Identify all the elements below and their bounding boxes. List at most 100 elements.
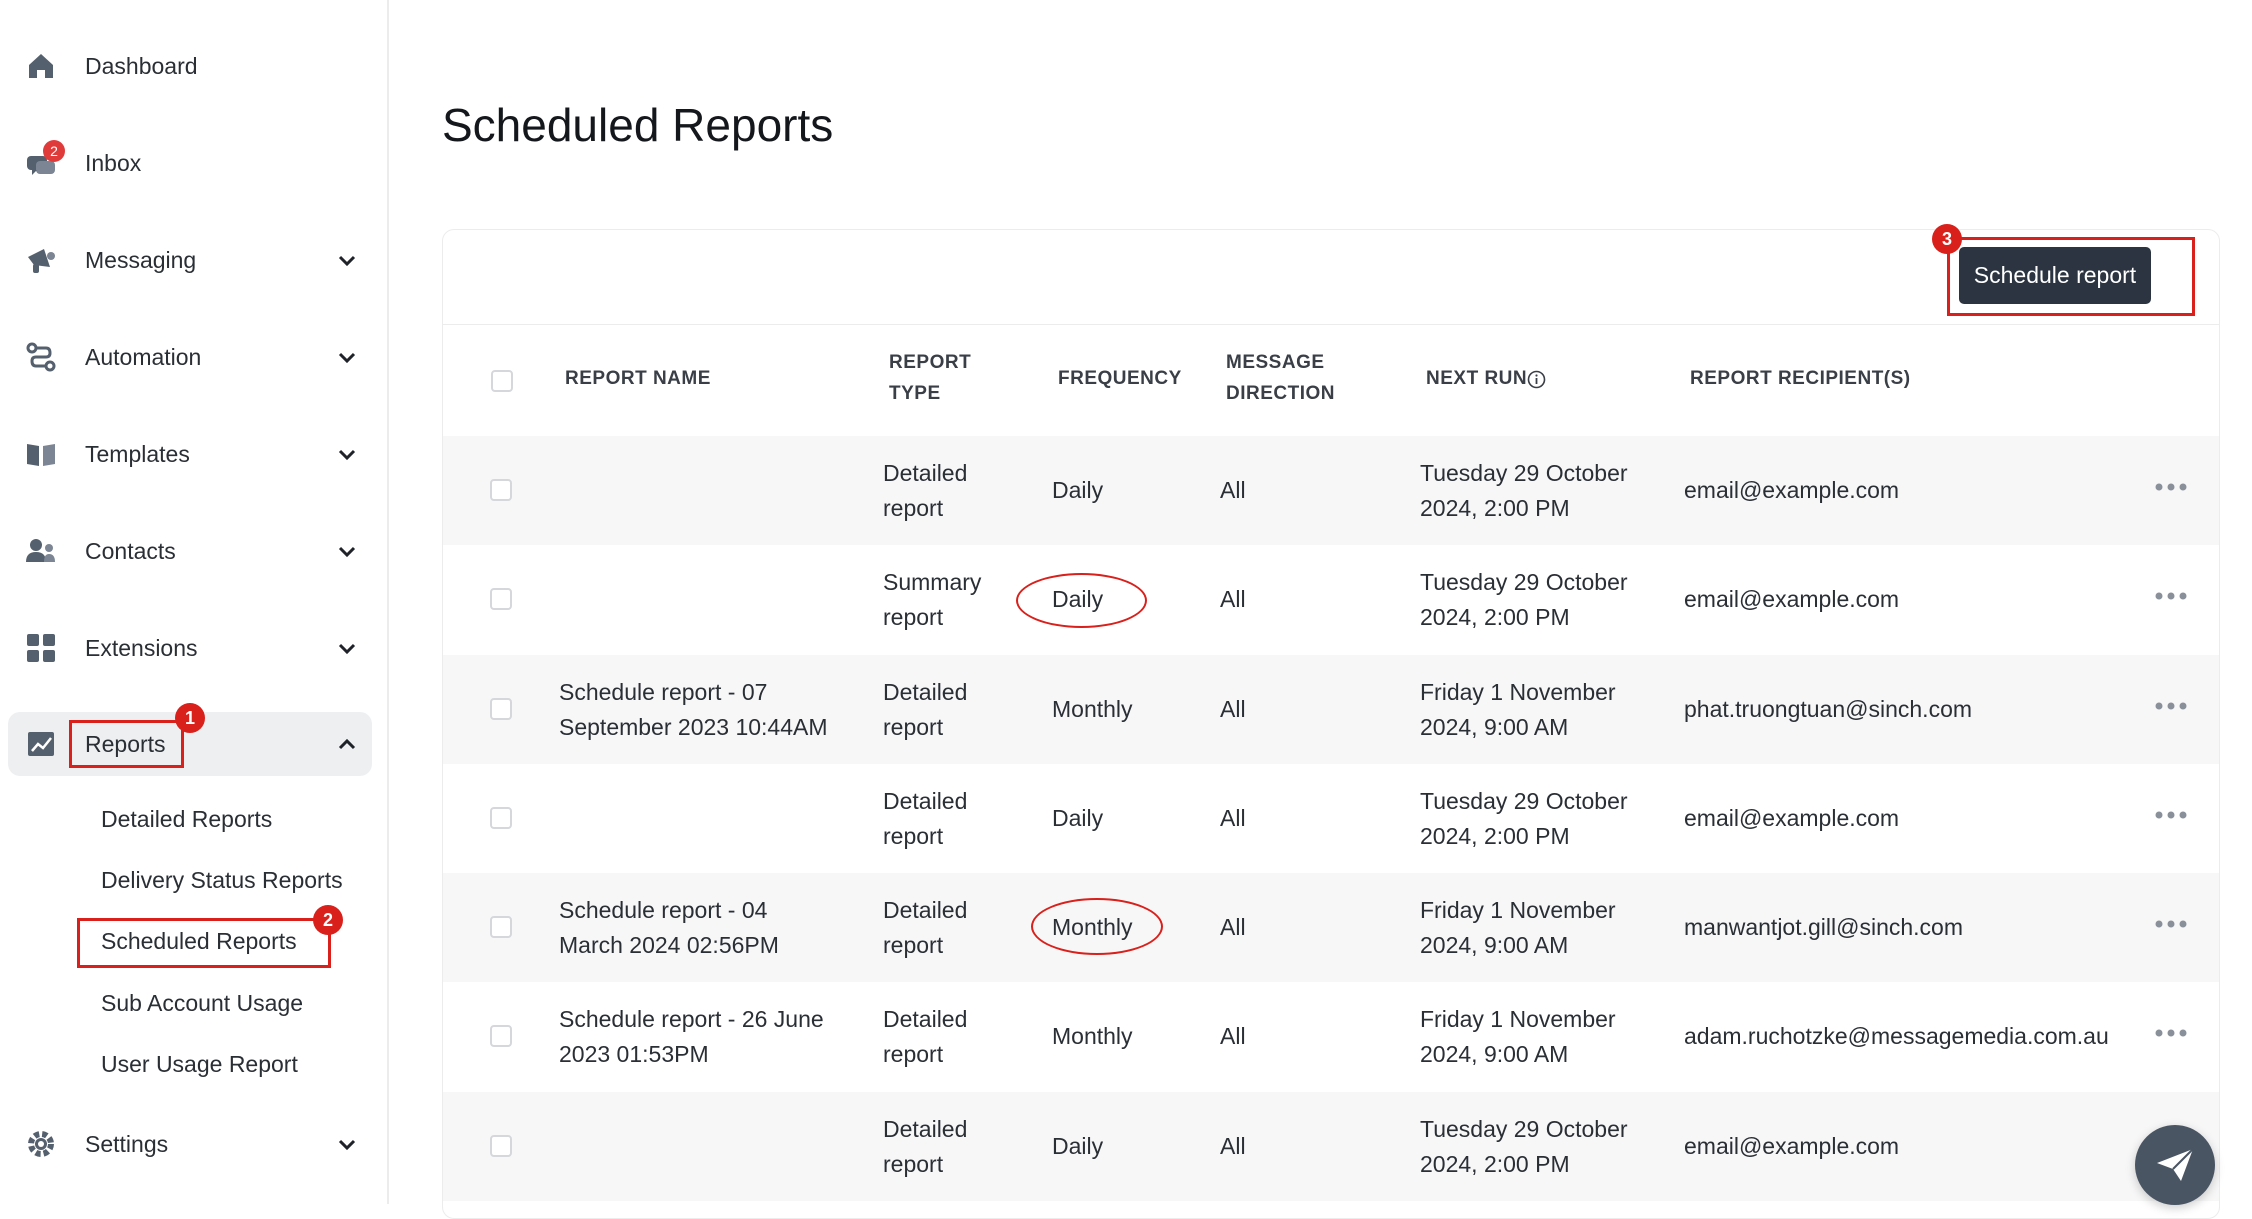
more-options-icon[interactable]	[2153, 589, 2189, 603]
frequency-value: Daily	[1052, 1133, 1104, 1159]
recipient-value: adam.ruchotzke@messagemedia.com.au	[1684, 1023, 2109, 1049]
annotation-step-1: 1	[175, 703, 205, 733]
row-checkbox[interactable]	[490, 588, 512, 610]
annotation-step-3: 3	[1932, 224, 1962, 254]
nav-inbox[interactable]: 2 Inbox	[8, 131, 372, 195]
report-name-line2: March 2024 02:56PM	[559, 932, 779, 958]
report-name-line2: 2023 01:53PM	[559, 1041, 709, 1067]
col-recipients[interactable]: REPORT RECIPIENT(S)	[1690, 364, 1911, 394]
more-options-icon[interactable]	[2153, 917, 2189, 931]
next-run-line2: 2024, 2:00 PM	[1420, 823, 1570, 849]
report-type-line1: Detailed	[883, 1006, 968, 1032]
next-run-line1: Friday 1 November	[1420, 897, 1616, 923]
sub-delivery-status-reports[interactable]: Delivery Status Reports	[101, 867, 343, 894]
frequency-value: Monthly	[1052, 696, 1133, 722]
recipient-value: email@example.com	[1684, 586, 1900, 612]
report-type-line1: Detailed	[883, 460, 968, 486]
report-name-line1: Schedule report - 04	[559, 897, 768, 923]
recipient-value: email@example.com	[1684, 477, 1900, 503]
nav-settings[interactable]: Settings	[8, 1112, 372, 1176]
row-checkbox[interactable]	[490, 1135, 512, 1157]
table-row[interactable]: Detailed report Daily All Tuesday 29 October…	[443, 764, 2219, 873]
chevron-down-icon[interactable]	[336, 637, 358, 659]
report-type-line2: report	[883, 1041, 944, 1067]
next-run-line1: Tuesday 29 October	[1420, 569, 1628, 595]
direction-value: All	[1220, 805, 1246, 831]
next-run-line2: 2024, 2:00 PM	[1420, 495, 1570, 521]
users-icon	[26, 539, 55, 562]
sidebar: Dashboard 2 Inbox Messaging Automation T…	[0, 0, 389, 1204]
annotation-circle-monthly	[1031, 898, 1163, 955]
frequency-value: Monthly	[1052, 1023, 1133, 1049]
send-icon	[2157, 1148, 2194, 1181]
table-row[interactable]: Schedule report - 04 March 2024 02:56PM De…	[443, 873, 2219, 982]
table-row[interactable]: Detailed report Daily All Tuesday 29 October…	[443, 436, 2219, 545]
chevron-down-icon[interactable]	[336, 540, 358, 562]
more-options-icon[interactable]	[2153, 1026, 2189, 1040]
row-checkbox[interactable]	[490, 1025, 512, 1047]
chevron-down-icon[interactable]	[336, 443, 358, 465]
nav-messaging[interactable]: Messaging	[8, 228, 372, 292]
table-row[interactable]: Summary report Daily All Tuesday 29 October 2…	[443, 545, 2219, 654]
row-checkbox[interactable]	[490, 479, 512, 501]
chart-icon	[28, 732, 54, 756]
info-icon[interactable]	[1527, 370, 1546, 389]
nav-dashboard-label: Dashboard	[85, 52, 198, 79]
direction-value: All	[1220, 914, 1246, 940]
col-report-name[interactable]: REPORT NAME	[565, 364, 711, 394]
col-report-type-line2: TYPE	[889, 383, 941, 404]
annotation-box-scheduled-reports	[77, 918, 331, 968]
report-type-line1: Detailed	[883, 1116, 968, 1142]
next-run-line1: Friday 1 November	[1420, 1006, 1616, 1032]
flow-icon	[26, 342, 56, 372]
col-direction-line1: MESSAGE	[1226, 352, 1325, 373]
more-options-icon[interactable]	[2153, 808, 2189, 822]
row-checkbox[interactable]	[490, 916, 512, 938]
col-next-run[interactable]: NEXT RUN	[1426, 364, 1527, 394]
report-type-line2: report	[883, 495, 944, 521]
report-type-line1: Detailed	[883, 679, 968, 705]
sub-sub-account-usage[interactable]: Sub Account Usage	[101, 990, 303, 1017]
chevron-down-icon[interactable]	[336, 1133, 358, 1155]
more-options-icon[interactable]	[2153, 699, 2189, 713]
frequency-value: Daily	[1052, 805, 1104, 831]
report-type-line2: report	[883, 714, 944, 740]
nav-extensions[interactable]: Extensions	[8, 616, 372, 680]
next-run-line1: Tuesday 29 October	[1420, 460, 1628, 486]
table-row[interactable]: Schedule report - 07 September 2023 10:44…	[443, 655, 2219, 764]
next-run-line2: 2024, 2:00 PM	[1420, 604, 1570, 630]
nav-dashboard[interactable]: Dashboard	[8, 34, 372, 98]
row-checkbox[interactable]	[490, 698, 512, 720]
sub-user-usage-report[interactable]: User Usage Report	[101, 1051, 298, 1078]
nav-contacts[interactable]: Contacts	[8, 519, 372, 583]
sub-detailed-reports[interactable]: Detailed Reports	[101, 806, 272, 833]
chat-button[interactable]	[2135, 1125, 2215, 1205]
next-run-line1: Tuesday 29 October	[1420, 1116, 1628, 1142]
chevron-up-icon[interactable]	[336, 733, 358, 755]
table-row[interactable]: Schedule report - 26 June 2023 01:53PM Det…	[443, 982, 2219, 1091]
report-type-line2: report	[883, 932, 944, 958]
report-name-line1: Schedule report - 07	[559, 679, 768, 705]
next-run-line2: 2024, 9:00 AM	[1420, 714, 1569, 740]
report-type-line1: Detailed	[883, 897, 968, 923]
row-checkbox[interactable]	[490, 807, 512, 829]
nav-contacts-label: Contacts	[85, 537, 176, 564]
chevron-down-icon[interactable]	[336, 249, 358, 271]
chevron-down-icon[interactable]	[336, 346, 358, 368]
table-row[interactable]: Detailed report Daily All Tuesday 29 October…	[443, 1092, 2219, 1201]
annotation-circle-daily	[1016, 573, 1147, 628]
nav-automation-label: Automation	[85, 343, 202, 370]
page-title: Scheduled Reports	[442, 99, 834, 151]
report-type-line2: report	[883, 1151, 944, 1177]
col-frequency[interactable]: FREQUENCY	[1058, 364, 1182, 394]
nav-templates[interactable]: Templates	[8, 422, 372, 486]
annotation-step-2: 2	[313, 905, 343, 935]
table-header: REPORT NAME REPORT TYPE FREQUENCY MESSAG…	[442, 324, 2220, 435]
more-options-icon[interactable]	[2153, 480, 2189, 494]
megaphone-icon	[28, 249, 55, 273]
next-run-line1: Friday 1 November	[1420, 679, 1616, 705]
select-all-checkbox[interactable]	[491, 370, 513, 392]
report-type-line1: Summary	[883, 569, 982, 595]
recipient-value: phat.truongtuan@sinch.com	[1684, 696, 1973, 722]
nav-automation[interactable]: Automation	[8, 325, 372, 389]
